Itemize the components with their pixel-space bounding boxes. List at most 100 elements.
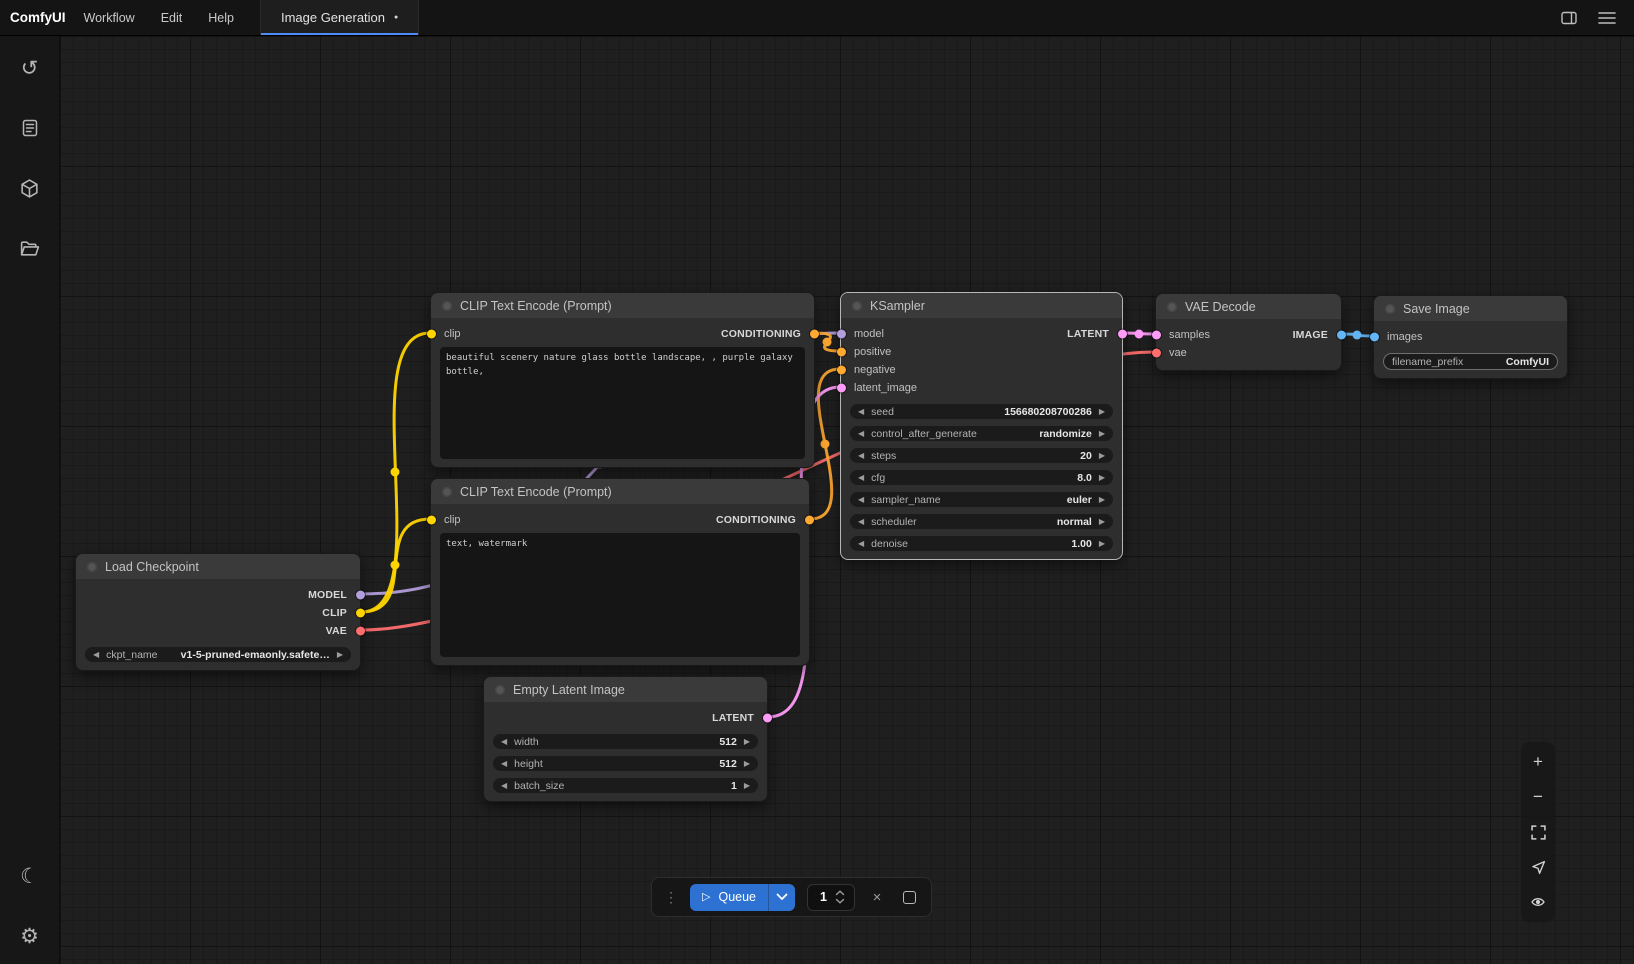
prompt-textarea[interactable]: beautiful scenery nature glass bottle la… [440, 347, 805, 459]
menu-workflow[interactable]: Workflow [84, 11, 135, 25]
collapse-toggle-icon[interactable] [852, 301, 862, 311]
collapse-toggle-icon[interactable] [1167, 302, 1177, 312]
output-slot-conditioning[interactable] [810, 330, 819, 339]
node-header[interactable]: Save Image [1374, 296, 1567, 321]
input-slot-negative[interactable] [837, 366, 846, 375]
queue-run-button[interactable]: ▷ Queue [690, 884, 768, 911]
widget-cfg[interactable]: ◀ cfg 8.0 ▶ [850, 470, 1113, 485]
increment-arrow-icon[interactable]: ▶ [1099, 540, 1105, 548]
widget-steps[interactable]: ◀ steps 20 ▶ [850, 448, 1113, 463]
widget-scheduler[interactable]: ◀ scheduler normal ▶ [850, 514, 1113, 529]
increment-arrow-icon[interactable]: ▶ [744, 738, 750, 746]
collapse-toggle-icon[interactable] [442, 301, 452, 311]
node-empty-latent-image[interactable]: Empty Latent Image LATENT ◀ width 512 ▶ … [483, 676, 768, 802]
node-header[interactable]: Empty Latent Image [484, 677, 767, 702]
input-slot-vae[interactable] [1152, 349, 1161, 358]
fit-view-button[interactable] [1524, 818, 1552, 846]
node-save-image[interactable]: Save Image images filename_prefix ComfyU… [1373, 295, 1568, 379]
decrement-arrow-icon[interactable]: ◀ [501, 782, 507, 790]
output-slot-model[interactable] [356, 591, 365, 600]
collapse-toggle-icon[interactable] [495, 685, 505, 695]
workflows-folder-icon[interactable] [12, 230, 48, 266]
output-slot-image[interactable] [1337, 331, 1346, 340]
decrement-arrow-icon[interactable]: ◀ [858, 452, 864, 460]
input-slot-latent-image[interactable] [837, 384, 846, 393]
clear-queue-icon[interactable] [899, 887, 919, 907]
input-slot-samples[interactable] [1152, 331, 1161, 340]
increment-arrow-icon[interactable]: ▶ [1099, 518, 1105, 526]
theme-toggle-icon[interactable]: ☾ [12, 858, 48, 894]
increment-arrow-icon[interactable]: ▶ [1099, 452, 1105, 460]
prompt-textarea[interactable]: text, watermark [440, 533, 800, 657]
widget-seed[interactable]: ◀ seed 156680208700286 ▶ [850, 404, 1113, 419]
widget-sampler-name[interactable]: ◀ sampler_name euler ▶ [850, 492, 1113, 507]
cancel-run-icon[interactable]: × [867, 887, 887, 907]
increment-arrow-icon[interactable]: ▶ [1099, 474, 1105, 482]
widget-denoise[interactable]: ◀ denoise 1.00 ▶ [850, 536, 1113, 551]
widget-width[interactable]: ◀ width 512 ▶ [493, 734, 758, 749]
node-header[interactable]: Load Checkpoint [76, 554, 360, 579]
tab-image-generation[interactable]: Image Generation ● [260, 0, 419, 35]
increment-arrow-icon[interactable]: ▶ [1099, 430, 1105, 438]
hamburger-menu-button[interactable] [1596, 7, 1618, 29]
input-slot-images[interactable] [1370, 333, 1379, 342]
collapse-toggle-icon[interactable] [1385, 304, 1395, 314]
output-slot-vae[interactable] [356, 627, 365, 636]
decrement-arrow-icon[interactable]: ◀ [858, 430, 864, 438]
widget-filename-prefix[interactable]: filename_prefix ComfyUI [1383, 353, 1558, 370]
decrement-arrow-icon[interactable]: ◀ [858, 518, 864, 526]
output-slot-conditioning[interactable] [805, 516, 814, 525]
toggle-panel-button[interactable] [1558, 7, 1580, 29]
increment-arrow-icon[interactable]: ▶ [1099, 408, 1105, 416]
decrement-arrow-icon[interactable]: ◀ [858, 540, 864, 548]
output-slot-latent[interactable] [1118, 330, 1127, 339]
queue-split-button[interactable]: ▷ Queue [690, 884, 795, 911]
zoom-out-button[interactable]: − [1524, 783, 1552, 811]
collapse-toggle-icon[interactable] [442, 487, 452, 497]
stepper-up-icon[interactable] [835, 890, 845, 896]
app-logo[interactable]: ComfyUI [0, 0, 84, 35]
queue-options-dropdown[interactable] [768, 884, 795, 911]
widget-control-after-generate[interactable]: ◀ control_after_generate randomize ▶ [850, 426, 1113, 441]
input-slot-clip[interactable] [427, 330, 436, 339]
widget-ckpt-name[interactable]: ◀ ckpt_name v1-5-pruned-emaonly.safete… … [85, 647, 351, 662]
node-load-checkpoint[interactable]: Load Checkpoint MODEL CLIP VAE ◀ ckpt_na… [75, 553, 361, 671]
model-library-icon[interactable] [12, 170, 48, 206]
node-header[interactable]: KSampler [841, 293, 1122, 318]
output-slot-clip[interactable] [356, 609, 365, 618]
node-vae-decode[interactable]: VAE Decode samples IMAGE vae [1155, 293, 1342, 371]
collapse-toggle-icon[interactable] [87, 562, 97, 572]
node-clip-text-encode-negative[interactable]: CLIP Text Encode (Prompt) clip CONDITION… [430, 478, 810, 666]
widget-batch-size[interactable]: ◀ batch_size 1 ▶ [493, 778, 758, 793]
select-mode-button[interactable] [1524, 853, 1552, 881]
input-slot-clip[interactable] [427, 516, 436, 525]
decrement-arrow-icon[interactable]: ◀ [858, 408, 864, 416]
increment-arrow-icon[interactable]: ▶ [337, 651, 343, 659]
increment-arrow-icon[interactable]: ▶ [744, 760, 750, 768]
input-slot-positive[interactable] [837, 348, 846, 357]
increment-arrow-icon[interactable]: ▶ [744, 782, 750, 790]
node-header[interactable]: CLIP Text Encode (Prompt) [431, 479, 809, 504]
menu-edit[interactable]: Edit [161, 11, 183, 25]
toggle-link-visibility-button[interactable] [1524, 888, 1552, 916]
decrement-arrow-icon[interactable]: ◀ [858, 474, 864, 482]
decrement-arrow-icon[interactable]: ◀ [501, 760, 507, 768]
node-library-icon[interactable] [12, 110, 48, 146]
settings-gear-icon[interactable]: ⚙ [12, 918, 48, 954]
zoom-in-button[interactable]: + [1524, 748, 1552, 776]
node-header[interactable]: VAE Decode [1156, 294, 1341, 319]
node-ksampler[interactable]: KSampler model LATENT positive negative … [840, 292, 1123, 560]
stepper-down-icon[interactable] [835, 898, 845, 904]
decrement-arrow-icon[interactable]: ◀ [858, 496, 864, 504]
menu-help[interactable]: Help [208, 11, 234, 25]
increment-arrow-icon[interactable]: ▶ [1099, 496, 1105, 504]
node-header[interactable]: CLIP Text Encode (Prompt) [431, 293, 814, 318]
decrement-arrow-icon[interactable]: ◀ [501, 738, 507, 746]
node-clip-text-encode-positive[interactable]: CLIP Text Encode (Prompt) clip CONDITION… [430, 292, 815, 468]
history-icon[interactable]: ↺ [12, 50, 48, 86]
batch-count-stepper[interactable]: 1 [807, 884, 855, 911]
decrement-arrow-icon[interactable]: ◀ [93, 651, 99, 659]
drag-handle-icon[interactable]: ⋮ [664, 890, 678, 904]
input-slot-model[interactable] [837, 330, 846, 339]
output-slot-latent[interactable] [763, 714, 772, 723]
